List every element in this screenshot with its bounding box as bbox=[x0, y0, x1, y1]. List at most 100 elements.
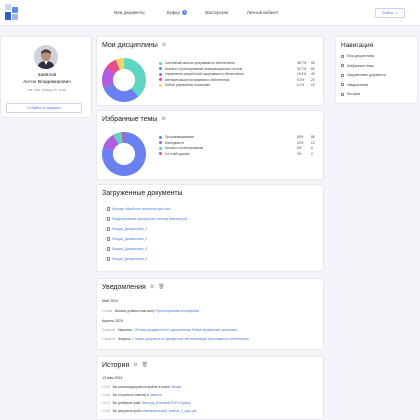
profile-name: Антон Владимирович bbox=[23, 80, 71, 85]
legend-dot bbox=[159, 78, 162, 82]
legend-percent: 9.2% bbox=[297, 77, 305, 82]
legend-label: Менеджмент bbox=[165, 140, 185, 145]
file-icon bbox=[107, 247, 110, 251]
profile-surname: Завялов bbox=[37, 73, 57, 78]
notif-link[interactable]: Автоматизация программного обеспечения bbox=[184, 337, 248, 341]
legend-dot bbox=[159, 61, 162, 65]
buffer-count-badge: 2 bbox=[181, 10, 187, 16]
document-link[interactable]: Лекция_Дисциплина_3 bbox=[107, 247, 147, 251]
legend-percent: 12% bbox=[297, 140, 304, 145]
gear-icon[interactable]: ⚙ bbox=[133, 362, 137, 368]
donut-hole bbox=[113, 69, 135, 91]
document-link[interactable]: Лекция_Дисциплина_4 bbox=[107, 257, 147, 261]
topics-legend-item[interactable]: UX и веб-дизайн bbox=[159, 152, 190, 156]
legend-count: 69 bbox=[311, 66, 315, 71]
notif-row: 9 апреля Кашкенко, 15 новых документов п… bbox=[102, 328, 237, 332]
nav-my-documents[interactable]: Мои документы bbox=[114, 10, 145, 15]
notif-link[interactable]: 15 новых документов по дисциплинам bbox=[134, 328, 191, 332]
history-link[interactable]: Лекции bbox=[171, 385, 182, 389]
notif-link[interactable]: Гибкое управление проектами bbox=[192, 328, 237, 332]
legend-dot bbox=[159, 84, 162, 88]
notif-link[interactable]: Проектирование интерфейса bbox=[156, 309, 200, 313]
file-icon bbox=[107, 217, 110, 221]
legend-dot bbox=[159, 152, 162, 156]
file-icon bbox=[107, 237, 110, 241]
trash-icon[interactable]: 🗑 bbox=[142, 362, 148, 368]
legend-label: Гибкое управление проектами bbox=[165, 83, 210, 88]
document-name: Лекция_Дисциплина_4 bbox=[112, 257, 148, 261]
app-logo[interactable] bbox=[5, 4, 19, 21]
history-link[interactable]: Заметки bbox=[150, 393, 162, 397]
nav-buffer[interactable]: Буфер 2 bbox=[167, 10, 187, 16]
history-link[interactable]: Математический_анализ_2_курс.pdf bbox=[142, 409, 196, 413]
sidenav-item[interactable]: Загруженные документы bbox=[341, 73, 386, 77]
history-link[interactable]: Фактура_Итоговый.PDF в Буфер bbox=[142, 401, 191, 405]
login-arrow-icon: ⇥ bbox=[395, 11, 398, 15]
legend-label: Системный анализ программного обеспечени… bbox=[165, 61, 235, 65]
history-title: История ⚙ 🗑 bbox=[102, 362, 148, 369]
legend-label: Автоматизация программного обеспечения bbox=[165, 77, 230, 82]
notif-date: Апрель 2024 bbox=[102, 319, 124, 323]
topics-legend-item[interactable]: Менеджмент bbox=[159, 141, 184, 145]
sidenav-item-label: Загруженные документы bbox=[347, 73, 387, 77]
disciplines-legend-item[interactable]: Гибкое управление проектами bbox=[159, 83, 210, 87]
document-link[interactable]: Моделирование процессов и систем бизнеса… bbox=[107, 217, 187, 221]
profile-position: Зав. каф. кафедрой, проф. bbox=[26, 88, 68, 92]
legend-count: 49 bbox=[311, 72, 315, 77]
legend-dot bbox=[159, 72, 162, 76]
gear-icon[interactable]: ⚙ bbox=[150, 284, 154, 290]
sidenav-item-icon bbox=[341, 54, 344, 58]
nav-personal-cabinet[interactable]: Личный кабинет bbox=[247, 10, 279, 15]
legend-percent: 2% bbox=[297, 151, 302, 156]
sidenav-item[interactable]: История bbox=[341, 92, 360, 96]
document-name: Методы обработки сигналов курс.docx bbox=[112, 207, 171, 211]
disciplines-legend-item[interactable]: Автоматизация программного обеспечения bbox=[159, 78, 229, 82]
documents-title: Загруженные документы bbox=[102, 190, 183, 197]
topics-legend-item[interactable]: Программирование bbox=[159, 135, 194, 139]
gear-icon[interactable]: ⚙ bbox=[162, 42, 166, 48]
sidenav-item[interactable]: Избранные темы bbox=[341, 64, 374, 68]
disciplines-legend-item[interactable]: Анализ и проектирование информационных с… bbox=[159, 67, 242, 71]
sidenav-item-icon bbox=[341, 64, 344, 68]
donut-hole bbox=[113, 143, 135, 165]
sidenav-item-icon bbox=[341, 73, 344, 77]
legend-label: Анализ и проектирование bbox=[165, 146, 204, 151]
notifications-card: Уведомления ⚙ 🗑 Май 2024 14 мая Михаил доб… bbox=[96, 278, 324, 350]
legend-count: 2 bbox=[311, 151, 313, 156]
document-link[interactable]: Лекция_Дисциплина_1 bbox=[107, 227, 147, 231]
nav-workshop[interactable]: Мастерская bbox=[205, 10, 228, 15]
avatar[interactable] bbox=[34, 45, 58, 69]
sidenav-item[interactable]: Мои дисциплины bbox=[341, 54, 374, 58]
document-link[interactable]: Методы обработки сигналов курс.docx bbox=[107, 207, 171, 211]
top-bar: Мои документы Буфер 2 Мастерская Личный … bbox=[0, 0, 420, 26]
disciplines-legend-item[interactable]: Управление разработкой программного обес… bbox=[159, 72, 244, 76]
login-button[interactable]: Войти ⇥ bbox=[375, 8, 405, 18]
legend-percent: 38.7% bbox=[297, 61, 307, 65]
disciplines-card: Мои дисциплины ⚙ Системный анализ програм… bbox=[96, 36, 324, 106]
sidenav-item[interactable]: Уведомления bbox=[341, 83, 368, 87]
history-card: История ⚙ 🗑 13 мая 2024 13:28 Вы классифиц… bbox=[96, 356, 324, 420]
topics-legend-item[interactable]: Анализ и проектирование bbox=[159, 146, 203, 150]
sidenav-item-icon bbox=[341, 92, 344, 96]
topics-title: Избранные темы ⚙ bbox=[102, 116, 166, 123]
legend-count: 98 bbox=[311, 61, 315, 65]
logout-button[interactable]: ⊡ Выйти из аккаунта bbox=[6, 103, 82, 113]
legend-dot bbox=[159, 141, 162, 145]
document-name: Моделирование процессов и систем бизнеса… bbox=[112, 217, 187, 221]
documents-card: Загруженные документы Методы обработки с… bbox=[96, 184, 324, 272]
notif-row: 14 мая Михаил добавил вам книгу Проектир… bbox=[102, 309, 200, 313]
notif-date: Май 2024 bbox=[102, 299, 119, 303]
side-navigation: Навигация Мои дисциплины Избранные темы За… bbox=[335, 36, 418, 104]
legend-count: 13 bbox=[311, 140, 315, 145]
file-icon bbox=[107, 257, 110, 261]
notif-link[interactable]: 2 новых документа по дисциплине bbox=[132, 337, 183, 341]
trash-icon[interactable]: 🗑 bbox=[158, 284, 164, 290]
legend-percent: 80% bbox=[297, 135, 304, 139]
disciplines-legend-item[interactable]: Системный анализ программного обеспечени… bbox=[159, 61, 235, 65]
legend-dot bbox=[159, 146, 162, 150]
history-text: Вы загрузили файл bbox=[112, 409, 142, 413]
topics-donut-chart bbox=[102, 132, 146, 176]
topics-card: Избранные темы ⚙ Программирование 80% 88 Мен… bbox=[96, 110, 324, 180]
document-link[interactable]: Лекция_Дисциплина_2 bbox=[107, 237, 147, 241]
gear-icon[interactable]: ⚙ bbox=[161, 116, 165, 122]
